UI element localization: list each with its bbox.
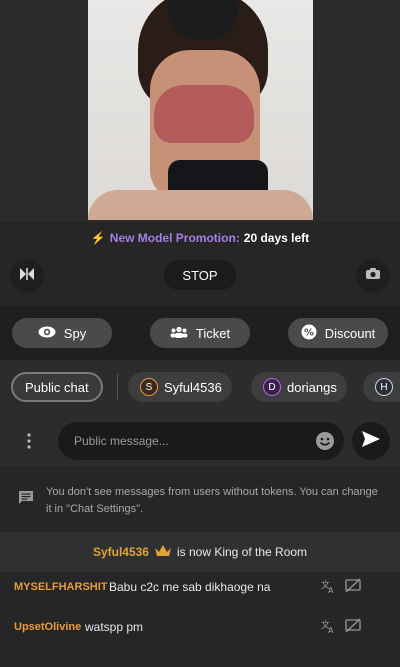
message-composer [0, 414, 400, 466]
camera-button[interactable] [356, 259, 390, 293]
video-stream[interactable] [0, 0, 400, 222]
chat-tabs: Public chat S Syful4536 D doriangs H [0, 360, 400, 414]
action-bar: Spy Ticket % Discount [0, 305, 400, 360]
message-icon [18, 490, 34, 511]
chat-text: Babu c2c me sab dikhaoge na [109, 580, 271, 594]
chat-username[interactable]: MYSELFHARSHIT [14, 581, 108, 593]
svg-text:A: A [328, 626, 334, 634]
translate-icon[interactable]: 文A [320, 578, 336, 597]
send-icon [362, 430, 380, 452]
svg-text:A: A [328, 586, 334, 594]
more-options-button[interactable] [26, 432, 36, 450]
users-icon [170, 326, 188, 341]
chat-message: UpsetOlivine watspp pm 文A [0, 618, 400, 648]
send-button[interactable] [352, 422, 390, 460]
tab-private-syful4536[interactable]: S Syful4536 [128, 372, 232, 402]
spy-button[interactable]: Spy [12, 318, 112, 348]
discount-label: Discount [324, 325, 376, 341]
camera-icon [365, 267, 381, 285]
lightning-icon: ⚡ [90, 231, 106, 245]
king-username[interactable]: Syful4536 [93, 545, 149, 559]
kebab-menu-icon [26, 433, 32, 454]
tab-label: doriangs [287, 379, 337, 395]
svg-text:%: % [304, 327, 314, 338]
tab-label: Public chat [25, 379, 89, 395]
chat-message: MYSELFHARSHIT Babu c2c me sab dikhaoge n… [0, 578, 400, 608]
avatar: H [375, 378, 393, 396]
emoji-button[interactable] [315, 431, 335, 451]
report-icon[interactable] [345, 618, 361, 637]
tab-private-doriangs[interactable]: D doriangs [251, 372, 347, 402]
skip-icon [18, 267, 36, 286]
stop-button[interactable]: STOP [164, 260, 236, 290]
spy-label: Spy [63, 325, 87, 341]
video-frame [88, 0, 313, 220]
king-text: is now King of the Room [176, 545, 308, 559]
chat-username[interactable]: UpsetOlivine [14, 621, 81, 633]
king-notification: Syful4536 is now King of the Room [0, 532, 400, 572]
chat-settings-notice: You don't see messages from users withou… [0, 466, 400, 532]
promotion-value: 20 days left [243, 231, 310, 245]
promotion-banner: ⚡ New Model Promotion: 20 days left [0, 231, 400, 245]
crown-icon [154, 544, 171, 560]
tab-private-h[interactable]: H [363, 372, 400, 402]
chat-text: watspp pm [85, 620, 144, 634]
smiley-icon [315, 432, 335, 455]
ticket-button[interactable]: Ticket [150, 318, 250, 348]
discount-icon: % [301, 324, 317, 343]
ticket-label: Ticket [195, 325, 231, 341]
report-icon[interactable] [345, 578, 361, 597]
promotion-label: New Model Promotion: [109, 231, 240, 245]
public-message-input[interactable] [58, 422, 344, 460]
avatar: D [263, 378, 281, 396]
tab-label: Syful4536 [164, 379, 222, 395]
skip-button[interactable] [10, 259, 44, 293]
notice-text: You don't see messages from users withou… [46, 486, 378, 515]
discount-button[interactable]: % Discount [288, 318, 388, 348]
tab-divider [117, 374, 118, 400]
eye-icon [38, 326, 56, 341]
avatar: S [140, 378, 158, 396]
tab-public-chat[interactable]: Public chat [11, 372, 103, 402]
translate-icon[interactable]: 文A [320, 618, 336, 637]
